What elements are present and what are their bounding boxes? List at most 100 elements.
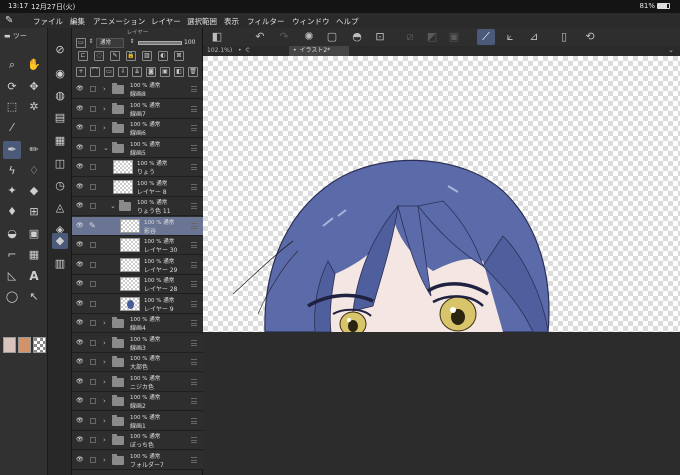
layer-row[interactable]: 👁 › 100 % 通常 線画1 — [72, 411, 203, 431]
sub-color-swatch[interactable] — [18, 337, 31, 353]
menu-file[interactable]: ファイル — [33, 16, 63, 27]
layer-row[interactable]: 👁 › 100 % 通常 ニジカ色 — [72, 372, 203, 392]
drag-handle-icon[interactable] — [191, 398, 197, 404]
pen-icon[interactable]: ✒ — [3, 141, 21, 159]
layer-lock-checkbox[interactable] — [90, 105, 96, 112]
tab-menu-chevron-icon[interactable]: ⌄ — [668, 46, 674, 54]
visibility-eye-icon[interactable]: 👁 — [76, 222, 84, 229]
drag-handle-icon[interactable] — [191, 437, 197, 443]
chevron-right-icon[interactable]: › — [103, 436, 106, 444]
canvas-area[interactable] — [203, 56, 680, 475]
navigator-icon[interactable]: ◬ — [52, 200, 68, 216]
blend-icon[interactable]: ♦ — [3, 203, 21, 221]
stabilizer-on-icon[interactable]: ⟋ — [477, 29, 495, 45]
menu-window[interactable]: ウィンドウ — [292, 16, 330, 27]
layer-row[interactable]: 👁 › 100 % 通常 線画8 — [72, 80, 203, 99]
chevron-right-icon[interactable]: › — [103, 85, 106, 93]
menu-layer[interactable]: レイヤー — [151, 16, 181, 27]
eyedropper-icon[interactable]: ⁄ — [3, 119, 21, 137]
deselect-icon[interactable]: ▢ — [323, 29, 341, 45]
smartphone-connect-icon[interactable]: ▯ — [555, 29, 573, 45]
layer-lock-checkbox[interactable] — [90, 339, 96, 346]
new-vector-layer-icon[interactable]: ⌒ — [90, 67, 100, 77]
ruler-icon[interactable]: ◺ — [3, 267, 21, 285]
figure-icon[interactable]: ⌐ — [3, 246, 21, 264]
lock-layer-icon[interactable]: 🔒 — [126, 51, 136, 61]
lock-transparent-icon[interactable]: ▨ — [142, 51, 152, 61]
layer-row[interactable]: 👁 ⌄ 100 % 通常 線画5 — [72, 138, 203, 158]
visibility-eye-icon[interactable]: 👁 — [76, 436, 84, 443]
visibility-eye-icon[interactable]: 👁 — [76, 124, 84, 131]
color-wheel-icon[interactable]: ◍ — [52, 88, 68, 104]
magic-wand-icon[interactable]: ✲ — [25, 98, 43, 116]
visibility-eye-icon[interactable]: 👁 — [76, 241, 84, 248]
brush-size-icon[interactable]: ◉ — [52, 66, 68, 82]
menu-animation[interactable]: アニメーション — [93, 16, 145, 27]
layer-lock-checkbox[interactable] — [90, 144, 96, 151]
chevron-down-icon[interactable]: ⌄ — [103, 144, 109, 152]
drag-handle-icon[interactable] — [191, 242, 197, 248]
layer-lock-checkbox[interactable] — [90, 300, 96, 307]
zoom-icon[interactable]: ⌕ — [3, 56, 21, 74]
drag-handle-icon[interactable] — [191, 105, 197, 112]
layer-color-icon[interactable]: ◧ — [174, 67, 184, 77]
tab-close-icon[interactable]: • — [293, 47, 297, 54]
layer-lock-checkbox[interactable] — [90, 417, 96, 424]
menu-selection[interactable]: 選択範囲 — [187, 16, 217, 27]
approximate-color-icon[interactable]: ◫ — [52, 156, 68, 172]
selection-border-icon[interactable]: ▣ — [445, 29, 463, 45]
airbrush-icon[interactable]: ♢ — [25, 162, 43, 180]
layer-lock-checkbox[interactable] — [90, 242, 96, 248]
visibility-eye-icon[interactable]: 👁 — [76, 378, 84, 385]
drag-handle-icon[interactable] — [191, 86, 197, 92]
new-raster-layer-icon[interactable]: + — [76, 67, 86, 77]
visibility-eye-icon[interactable]: 👁 — [76, 85, 84, 92]
color-set-icon[interactable]: ▤ — [52, 110, 68, 126]
tab-close-icon[interactable]: • — [238, 47, 242, 54]
layer-panel-menu-icon[interactable]: ▭ — [76, 38, 86, 48]
ruler-link-icon[interactable]: ⊠ — [174, 51, 184, 61]
layer-row[interactable]: 👁 100 % 通常 レイヤー 28 — [72, 275, 203, 294]
transform-icon[interactable]: ⊡ — [371, 29, 389, 45]
menu-filter[interactable]: フィルター — [247, 16, 284, 27]
layer-property-toggle-icon[interactable]: ◧ — [208, 29, 226, 45]
reference-layer-icon[interactable]: ◌ — [94, 51, 104, 61]
tool-property-icon[interactable]: ⊘ — [52, 42, 68, 58]
visibility-eye-icon[interactable]: 👁 — [76, 339, 84, 346]
visibility-eye-icon[interactable]: 👁 — [76, 397, 84, 404]
undo-icon[interactable]: ↶ — [251, 29, 269, 45]
material-icon[interactable]: ▥ — [52, 256, 68, 272]
companion-mode-icon[interactable]: ⟲ — [581, 29, 599, 45]
layer-lock-checkbox[interactable] — [90, 320, 96, 326]
transparent-color-swatch[interactable] — [33, 337, 46, 353]
layer-row[interactable]: 👁 › 100 % 通常 線画4 — [72, 314, 203, 333]
drag-handle-icon[interactable] — [191, 320, 197, 326]
drag-handle-icon[interactable] — [191, 456, 197, 463]
layer-row[interactable]: 👁 100 % 通常 レイヤー 8 — [72, 177, 203, 197]
drag-handle-icon[interactable] — [191, 261, 197, 268]
main-color-swatch[interactable] — [3, 337, 16, 353]
correct-line-icon[interactable]: ↖ — [25, 288, 43, 306]
layer-lock-checkbox[interactable] — [90, 183, 96, 190]
drag-handle-icon[interactable] — [191, 144, 197, 151]
layer-lock-checkbox[interactable] — [90, 456, 96, 463]
drag-handle-icon[interactable] — [191, 417, 197, 424]
layer-lock-checkbox[interactable] — [90, 86, 96, 92]
layer-lock-checkbox[interactable] — [90, 261, 96, 268]
chevron-right-icon[interactable]: › — [103, 358, 106, 366]
chevron-right-icon[interactable]: › — [103, 417, 106, 425]
draft-layer-icon[interactable]: ✎ — [110, 51, 120, 61]
visibility-eye-icon[interactable]: 👁 — [76, 456, 84, 463]
crop-icon[interactable]: ⧄ — [401, 29, 419, 45]
menu-edit[interactable]: 編集 — [70, 16, 85, 27]
layer-lock-checkbox[interactable] — [90, 398, 96, 404]
frame-icon[interactable]: ▦ — [25, 246, 43, 264]
combine-icon[interactable]: ⇊ — [132, 67, 142, 77]
visibility-eye-icon[interactable]: 👁 — [76, 319, 84, 326]
drag-handle-icon[interactable] — [191, 203, 197, 209]
new-folder-icon[interactable]: ▭ — [104, 67, 114, 77]
layer-row[interactable]: 👁 › 100 % 通常 大部色 — [72, 353, 203, 372]
visibility-eye-icon[interactable]: 👁 — [76, 183, 84, 190]
layer-row[interactable]: 👁 100 % 通常 りょう — [72, 158, 203, 177]
visibility-eye-icon[interactable]: 👁 — [76, 358, 84, 365]
